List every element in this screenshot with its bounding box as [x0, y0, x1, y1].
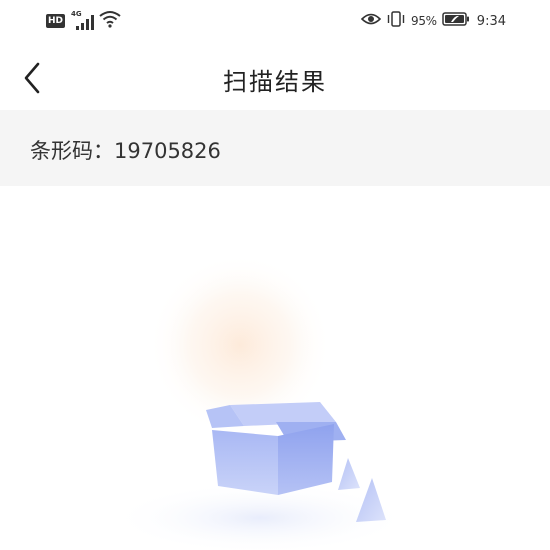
- clock: 9:34: [476, 13, 506, 29]
- title-bar: 扫描结果: [0, 50, 550, 106]
- empty-box-icon: [110, 250, 440, 550]
- barcode-result-text: 条形码：19705826: [30, 139, 221, 163]
- barcode-result-row: 条形码：19705826: [0, 110, 550, 186]
- status-bar: HD 4G 95% 9:34: [0, 0, 550, 44]
- signal-icon: 4G: [71, 10, 95, 30]
- eye-icon: [360, 12, 382, 30]
- hd-icon: HD: [46, 14, 66, 28]
- battery-icon: [442, 12, 470, 30]
- wifi-icon: [99, 10, 121, 32]
- page-title: 扫描结果: [223, 68, 327, 96]
- scan-result-screen: HD 4G 95% 9:34 扫描结果 条形码：19705826: [0, 0, 550, 550]
- vibrate-icon: [386, 11, 406, 31]
- status-left-group: HD 4G: [46, 10, 121, 32]
- status-right-group: 95% 9:34: [360, 10, 506, 32]
- battery-percent: 95%: [411, 14, 437, 28]
